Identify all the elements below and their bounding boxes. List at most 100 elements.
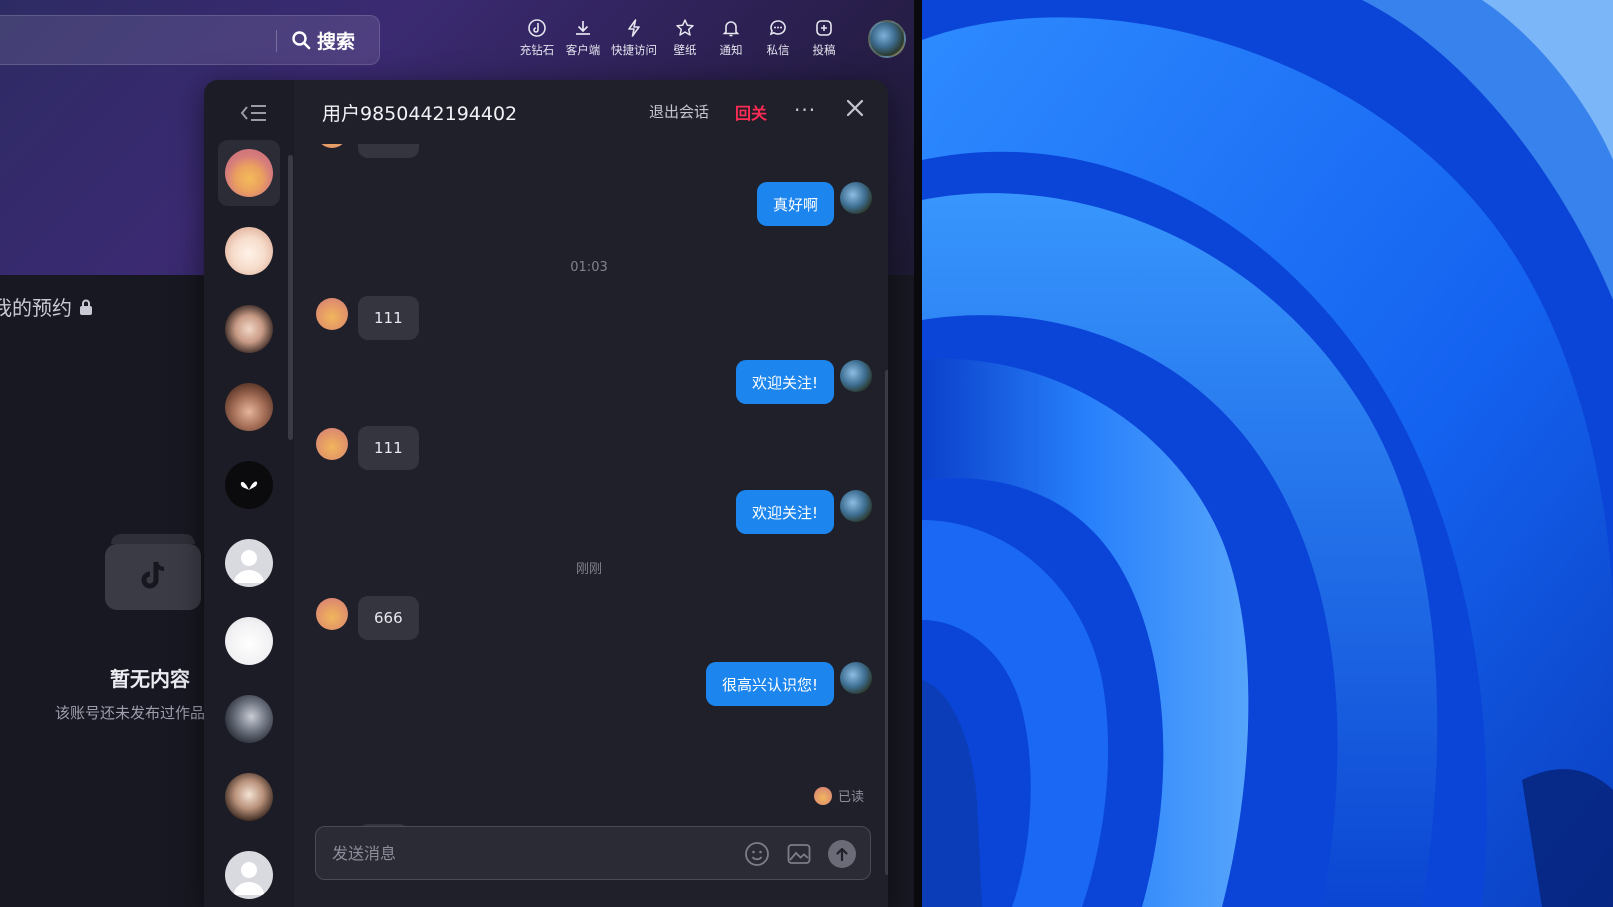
send-button[interactable] [828, 840, 856, 868]
message-scrollbar[interactable] [885, 370, 888, 875]
butterfly-logo-icon [240, 481, 258, 490]
peer-avatar[interactable] [316, 144, 348, 148]
more-options-button[interactable]: ··· [794, 98, 816, 122]
my-avatar[interactable] [840, 182, 872, 214]
topbar-item-notifications[interactable]: 通知 [706, 18, 756, 58]
message-row-incoming: 111 [294, 426, 854, 470]
conversation-item[interactable] [218, 296, 280, 362]
my-avatar[interactable] [840, 360, 872, 392]
window-border [914, 0, 922, 907]
my-reservation-tab[interactable]: 我的预约 [0, 292, 94, 321]
plus-square-icon [816, 20, 832, 36]
peer-avatar[interactable] [316, 428, 348, 460]
topbar-item-label: 通知 [719, 43, 743, 57]
message-input[interactable] [332, 827, 712, 879]
conversation-item[interactable] [218, 374, 280, 440]
message-bubble: 很高兴认识您! [705, 662, 834, 706]
conversation-avatar [225, 773, 273, 821]
topbar-item-label: 投稿 [812, 43, 836, 57]
conversation-scrollbar[interactable] [288, 155, 293, 440]
topbar-item-label: 私信 [766, 43, 790, 57]
conversation-avatar [225, 305, 273, 353]
my-avatar[interactable] [840, 490, 872, 522]
conversation-item[interactable] [218, 686, 280, 752]
conversation-item[interactable] [218, 530, 280, 596]
topbar-item-client[interactable]: 客户端 [558, 18, 608, 58]
conversation-avatar [225, 383, 273, 431]
message-row-outgoing: 欢迎关注! [294, 490, 872, 534]
read-receipt-label: 已读 [837, 790, 864, 805]
topbar-item-quick-access[interactable]: 快捷访问 [609, 18, 659, 58]
topbar-item-post[interactable]: 投稿 [799, 18, 849, 58]
conversation-avatar [225, 539, 273, 587]
message-row-incoming: 666 [294, 144, 854, 158]
message-row-outgoing: 真好啊 [294, 182, 872, 226]
exit-conversation-button[interactable]: 退出会话 [649, 101, 709, 122]
topbar-item-diamond[interactable]: 充钻石 [512, 18, 562, 58]
message-bubble: 111 [358, 296, 419, 340]
close-icon[interactable] [844, 97, 866, 119]
conversation-avatar [225, 227, 273, 275]
my-reservation-label: 我的预约 [0, 296, 72, 320]
search-icon [292, 31, 311, 50]
lightning-icon [628, 19, 640, 37]
topbar-item-label: 快捷访问 [611, 43, 657, 57]
bell-icon [722, 21, 740, 37]
conversation-item[interactable] [218, 452, 280, 518]
time-separator: 01:03 [570, 260, 608, 275]
search-divider [276, 30, 277, 52]
app-window: 搜索 充钻石 客户端 快捷访问 壁纸 通知 私信 投稿 我的预约 暂无内容 该账… [0, 0, 914, 907]
message-row-incoming: 111 [294, 296, 854, 340]
top-bar: 搜索 充钻石 客户端 快捷访问 壁纸 通知 私信 投稿 [0, 0, 914, 80]
follow-back-button[interactable]: 回关 [735, 100, 767, 124]
peer-avatar[interactable] [316, 598, 348, 630]
lock-icon [80, 299, 92, 315]
message-composer [315, 826, 871, 880]
message-bubble: 666 [358, 596, 419, 640]
collapse-sidebar-icon[interactable] [238, 100, 270, 126]
message-bubble: 真好啊 [756, 182, 834, 226]
message-bubble: 111 [358, 426, 419, 470]
topbar-item-label: 客户端 [565, 43, 601, 57]
search-button-label: 搜索 [317, 30, 356, 53]
conversation-list [204, 80, 294, 907]
emoji-icon[interactable] [744, 841, 770, 867]
read-receipt-avatar [813, 786, 832, 805]
chat-panel: 用户9850442194402 退出会话 回关 ··· 666 真好啊 01:0… [204, 80, 888, 907]
empty-state-title: 暂无内容 [110, 667, 190, 691]
image-icon[interactable] [786, 841, 812, 867]
topbar-item-wallpaper[interactable]: 壁纸 [660, 18, 710, 58]
conversation-avatar [225, 851, 273, 899]
message-bubble: 欢迎关注! [735, 490, 834, 534]
conversation-item[interactable] [218, 608, 280, 674]
time-separator: 刚刚 [575, 562, 602, 577]
message-bubble: 666 [358, 144, 419, 158]
conversation-avatar [225, 149, 273, 197]
conversation-item[interactable] [218, 842, 280, 907]
chat-header: 用户9850442194402 退出会话 回关 ··· [294, 80, 888, 144]
desktop-wallpaper [922, 0, 1613, 907]
search-button[interactable]: 搜索 [291, 25, 355, 55]
topbar-item-messages[interactable]: 私信 [753, 18, 803, 58]
conversation-item[interactable] [218, 218, 280, 284]
message-row-outgoing: 很高兴认识您! [294, 662, 872, 706]
my-avatar[interactable] [840, 662, 872, 694]
default-user-icon [234, 862, 264, 895]
wallpaper-icon [676, 19, 694, 36]
message-bubble: 欢迎关注! [735, 360, 834, 404]
read-receipt: 已读 [813, 786, 864, 805]
default-user-icon [234, 550, 264, 583]
search-box[interactable]: 搜索 [0, 15, 380, 65]
topbar-item-label: 壁纸 [673, 43, 697, 57]
conversation-item[interactable] [218, 764, 280, 830]
download-icon [576, 21, 590, 35]
conversation-item[interactable] [218, 140, 280, 206]
peer-avatar[interactable] [316, 298, 348, 330]
empty-folder-icon [105, 534, 201, 610]
message-row-incoming: 666 [294, 596, 854, 640]
message-list: 666 真好啊 01:03 111 欢迎关注! 111 欢迎关注! [294, 144, 888, 876]
arrow-up-icon [836, 847, 848, 862]
empty-state-subtitle: 该账号还未发布过作品 [55, 704, 206, 722]
user-avatar[interactable] [868, 20, 906, 58]
message-row-outgoing: 欢迎关注! [294, 360, 872, 404]
